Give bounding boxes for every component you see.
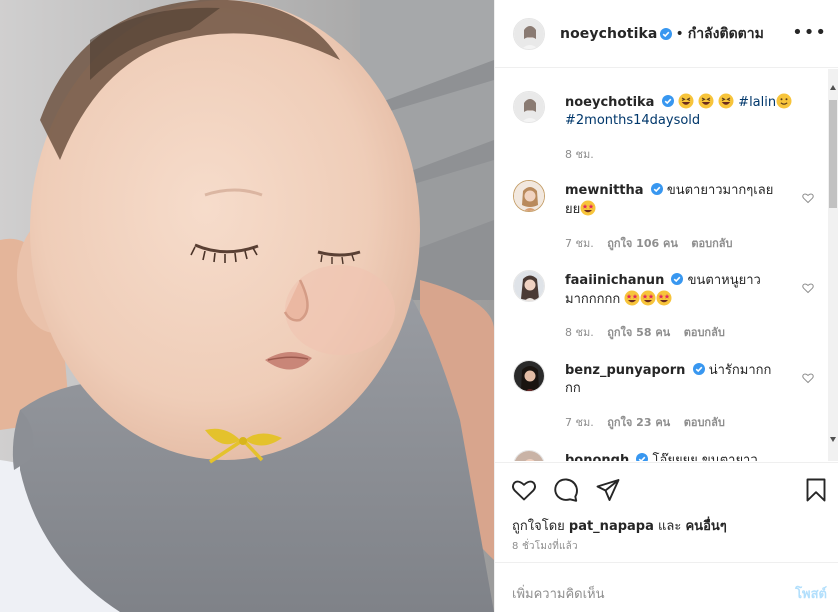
- comment-meta: 7 ชม. ถูกใจ 106 คน ตอบกลับ: [565, 234, 742, 252]
- liked-by-and: และ: [658, 519, 682, 534]
- avatar[interactable]: [513, 450, 545, 461]
- verified-badge-icon: [660, 27, 673, 40]
- grinning-squinting-face-icon: [698, 93, 714, 109]
- comment-text: faaiinichanun ขนตาหนูยาวมากกกกก: [565, 272, 775, 309]
- profile-photo-icon: [514, 18, 544, 49]
- post-actions: ถูกใจโดย pat_napapa และ คนอื่นๆ 8 ชั่วโม…: [495, 462, 838, 562]
- comments-list[interactable]: noeychotika #lalin #2months14daysold 8 ช…: [495, 69, 838, 461]
- reply-button[interactable]: ตอบกลับ: [684, 416, 725, 429]
- caption-text: noeychotika #lalin #2months14daysold: [565, 93, 795, 130]
- username-link[interactable]: noeychotika: [560, 26, 657, 42]
- comment-icon[interactable]: [553, 477, 579, 503]
- scroll-up-arrow-icon[interactable]: [830, 85, 836, 90]
- post-timestamp[interactable]: 8 ชั่วโมงที่แล้ว: [512, 539, 578, 554]
- profile-photo-icon: [514, 361, 544, 391]
- baby-photo-illustration: [0, 0, 494, 612]
- caption-time[interactable]: 8 ชม.: [565, 148, 594, 161]
- like-comment-heart-icon[interactable]: [802, 192, 814, 204]
- verified-badge-icon: [671, 273, 684, 285]
- comment-likes[interactable]: ถูกใจ 58 คน: [607, 326, 670, 339]
- comment-input[interactable]: เพิ่มความคิดเห็น: [512, 583, 605, 604]
- comment-time[interactable]: 7 ชม.: [565, 416, 594, 429]
- verified-badge-icon: [636, 453, 649, 461]
- comment-text: bonongh โอ๊ยยยย ขนตายาวววว: [565, 452, 775, 461]
- caption-meta: 8 ชม.: [565, 145, 604, 163]
- comment-username[interactable]: bonongh: [565, 453, 629, 461]
- reply-button[interactable]: ตอบกลับ: [684, 326, 725, 339]
- avatar[interactable]: [513, 91, 545, 123]
- scroll-down-arrow-icon[interactable]: [830, 437, 836, 442]
- hashtag-link[interactable]: #2months14daysold: [565, 113, 700, 128]
- star-struck-icon: [640, 290, 656, 306]
- post-side-panel: noeychotika • กำลังติดตาม ••• noeychotik…: [494, 0, 838, 612]
- add-comment-bar: เพิ่มความคิดเห็น โพสต์: [495, 562, 838, 612]
- avatar[interactable]: [513, 270, 545, 302]
- comment-likes[interactable]: ถูกใจ 106 คน: [607, 237, 678, 250]
- slightly-smiling-face-icon: [776, 93, 792, 109]
- liked-by-prefix: ถูกใจโดย: [512, 519, 565, 534]
- comment-username[interactable]: faaiinichanun: [565, 273, 664, 288]
- post-comment-button[interactable]: โพสต์: [795, 583, 827, 604]
- comment-meta: 8 ชม. ถูกใจ 58 คน ตอบกลับ: [565, 323, 735, 341]
- liked-by-others-link[interactable]: คนอื่นๆ: [685, 519, 726, 534]
- scrollbar-thumb[interactable]: [829, 100, 837, 208]
- like-comment-heart-icon[interactable]: [802, 282, 814, 294]
- liked-by-text: ถูกใจโดย pat_napapa และ คนอื่นๆ: [512, 515, 727, 536]
- comment-time[interactable]: 8 ชม.: [565, 326, 594, 339]
- heart-icon[interactable]: [511, 477, 537, 503]
- more-options-icon[interactable]: •••: [792, 22, 827, 43]
- verified-badge-icon: [650, 183, 663, 195]
- comment-text: benz_punyaporn น่ารักมากกกก: [565, 362, 775, 398]
- star-struck-icon: [656, 290, 672, 306]
- comment-username[interactable]: mewnittha: [565, 183, 644, 198]
- profile-photo-icon: [514, 92, 544, 122]
- comments-scrollbar[interactable]: [828, 69, 838, 461]
- profile-photo-icon: [514, 181, 544, 211]
- following-button[interactable]: กำลังติดตาม: [688, 23, 764, 45]
- avatar[interactable]: [513, 17, 545, 50]
- comment-meta: 7 ชม. ถูกใจ 23 คน ตอบกลับ: [565, 413, 735, 431]
- star-struck-icon: [580, 200, 596, 216]
- avatar[interactable]: [513, 360, 545, 392]
- avatar[interactable]: [513, 180, 545, 212]
- like-comment-heart-icon[interactable]: [802, 372, 814, 384]
- star-struck-icon: [624, 290, 640, 306]
- share-icon[interactable]: [595, 477, 621, 503]
- profile-photo-icon: [514, 451, 544, 461]
- liked-by-user-link[interactable]: pat_napapa: [569, 519, 654, 534]
- verified-badge-icon: [661, 95, 674, 107]
- separator-dot: •: [675, 25, 684, 42]
- comment-likes[interactable]: ถูกใจ 23 คน: [607, 416, 670, 429]
- bookmark-icon[interactable]: [803, 477, 829, 503]
- post-header: noeychotika • กำลังติดตาม •••: [495, 0, 838, 68]
- caption-username[interactable]: noeychotika: [565, 95, 654, 110]
- profile-photo-icon: [514, 271, 544, 301]
- comment-time[interactable]: 7 ชม.: [565, 237, 594, 250]
- grinning-squinting-face-icon: [678, 93, 694, 109]
- grinning-squinting-face-icon: [718, 93, 734, 109]
- reply-button[interactable]: ตอบกลับ: [691, 237, 732, 250]
- comment-username[interactable]: benz_punyaporn: [565, 363, 685, 378]
- post-photo[interactable]: [0, 0, 494, 612]
- comment-text: mewnittha ขนตายาวมากๆเลยยย: [565, 182, 775, 219]
- verified-badge-icon: [692, 363, 705, 375]
- hashtag-link[interactable]: #lalin: [738, 95, 776, 110]
